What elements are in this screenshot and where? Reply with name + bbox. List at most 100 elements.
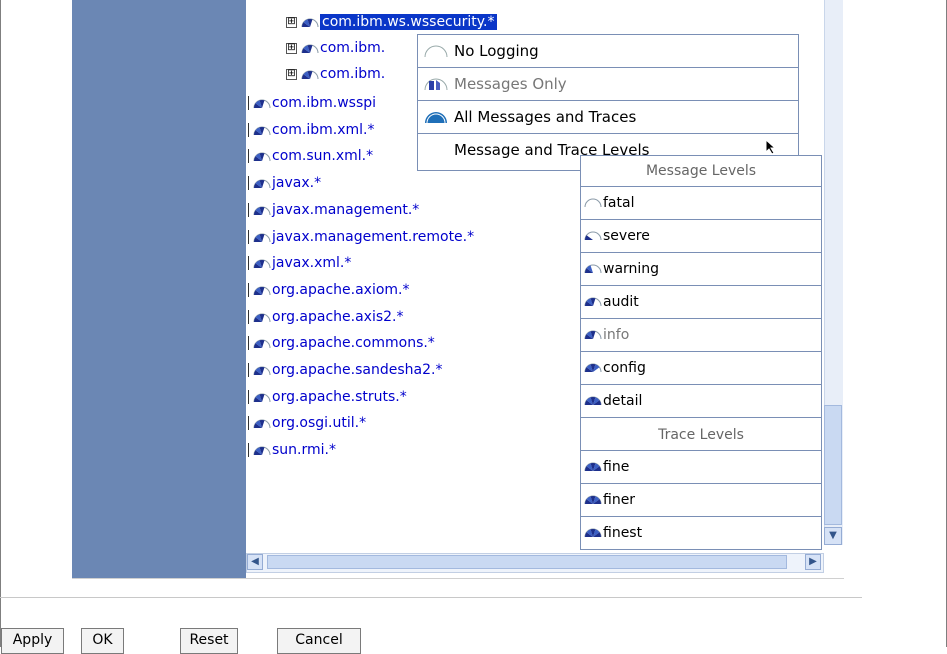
tree-row[interactable]: javax.management.remote.* (248, 225, 474, 249)
tree-row-label: javax.* (272, 175, 322, 191)
scroll-down-button[interactable]: ▼ (824, 527, 842, 545)
tree-connector (248, 443, 249, 457)
log-level-icon (253, 366, 271, 376)
tree-row-label: javax.management.remote.* (272, 229, 475, 245)
tree-connector (248, 310, 249, 324)
tree-row[interactable]: org.osgi.util.* (248, 411, 366, 435)
tree-row[interactable]: ⊞ com.ibm. (286, 62, 385, 86)
log-level-icon (253, 206, 271, 216)
vertical-scrollbar-thumb[interactable] (824, 405, 842, 525)
panel-bottom-border (72, 578, 844, 579)
tree-row[interactable]: com.ibm.wsspi (248, 91, 376, 115)
log-level-icon (301, 18, 319, 28)
severe-level-icon (584, 231, 602, 241)
tree-row-label: com.ibm.wsspi (272, 95, 377, 111)
level-item-label: fine (603, 459, 630, 475)
tree-row-label: sun.rmi.* (272, 442, 336, 458)
tree-row-label: org.apache.struts.* (272, 389, 407, 405)
apply-button[interactable]: Apply (1, 628, 64, 654)
tree-row-label: javax.management.* (272, 202, 420, 218)
tree-row[interactable]: org.apache.commons.* (248, 331, 435, 355)
tree-row[interactable]: javax.management.* (248, 198, 419, 222)
audit-level-icon (584, 297, 602, 307)
menu-item-label: All Messages and Traces (454, 108, 637, 126)
horizontal-scrollbar[interactable]: ◀ ▶ (246, 553, 824, 573)
level-item-config[interactable]: config (581, 352, 821, 385)
level-item-finer[interactable]: finer (581, 484, 821, 517)
config-level-icon (584, 363, 602, 373)
tree-row[interactable]: ⊞ com.ibm.ws.wssecurity.* (286, 10, 497, 34)
scroll-left-button[interactable]: ◀ (247, 554, 263, 570)
log-level-icon (253, 99, 271, 109)
finer-level-icon (584, 495, 602, 505)
menu-item-label: No Logging (454, 42, 539, 60)
tree-connector (248, 390, 249, 404)
tree-row[interactable]: com.sun.xml.* (248, 144, 373, 168)
tree-connector (248, 123, 249, 137)
expand-icon[interactable]: ⊞ (286, 16, 297, 28)
detail-level-icon (584, 396, 602, 406)
frame-left-border (0, 0, 1, 647)
expand-icon[interactable]: ⊞ (286, 68, 297, 80)
tree-row[interactable]: javax.* (248, 171, 321, 195)
tree-connector (248, 283, 249, 297)
tree-row[interactable]: sun.rmi.* (248, 438, 336, 462)
tree-row[interactable]: javax.xml.* (248, 251, 351, 275)
reset-button[interactable]: Reset (180, 628, 238, 654)
level-item-warning[interactable]: warning (581, 253, 821, 286)
tree-connector (248, 363, 249, 377)
separator-line (0, 597, 862, 598)
warning-level-icon (584, 264, 602, 274)
level-item-label: config (603, 360, 646, 376)
ok-button[interactable]: OK (81, 628, 124, 654)
log-level-icon (253, 259, 271, 269)
no-logging-icon (424, 45, 448, 58)
level-item-label: fatal (603, 195, 635, 211)
level-item-label: audit (603, 294, 639, 310)
message-levels-heading: Message Levels (581, 156, 821, 187)
log-level-icon (301, 70, 319, 80)
level-item-fatal[interactable]: fatal (581, 187, 821, 220)
menu-item-no-logging[interactable]: No Logging (418, 35, 798, 68)
horizontal-scrollbar-thumb[interactable] (267, 555, 787, 569)
level-item-label: info (603, 327, 630, 343)
logging-level-menu: No Logging Messages Only All Messages an… (417, 34, 799, 171)
log-level-icon (253, 446, 271, 456)
fine-level-icon (584, 462, 602, 472)
expand-icon[interactable]: ⊞ (286, 42, 297, 54)
level-item-audit[interactable]: audit (581, 286, 821, 319)
levels-submenu: Message Levels fatal severe warning audit in… (580, 155, 822, 550)
tree-row-label: org.apache.commons.* (272, 335, 435, 351)
log-level-icon (253, 419, 271, 429)
menu-item-all-messages-traces[interactable]: All Messages and Traces (418, 101, 798, 134)
log-level-icon (253, 393, 271, 403)
tree-row-label: javax.xml.* (272, 255, 352, 271)
menu-item-messages-only[interactable]: Messages Only (418, 68, 798, 101)
tree-row-label: com.ibm.xml.* (272, 122, 375, 138)
tree-row[interactable]: org.apache.axiom.* (248, 278, 410, 302)
trace-levels-heading: Trace Levels (581, 420, 821, 451)
level-item-label: finer (603, 492, 636, 508)
level-item-label: warning (603, 261, 660, 277)
tree-row[interactable]: com.ibm.xml.* (248, 118, 374, 142)
tree-row[interactable]: org.apache.struts.* (248, 385, 407, 409)
tree-row[interactable]: org.apache.sandesha2.* (248, 358, 442, 382)
tree-connector (248, 256, 249, 270)
level-item-finest[interactable]: finest (581, 517, 821, 550)
level-item-info[interactable]: info (581, 319, 821, 352)
cancel-button[interactable]: Cancel (277, 628, 361, 654)
tree-row-label: com.ibm. (320, 66, 386, 82)
level-item-detail[interactable]: detail (581, 385, 821, 418)
tree-connector (248, 416, 249, 430)
tree-row-label: org.osgi.util.* (272, 415, 367, 431)
tree-connector (248, 96, 249, 110)
tree-connector (248, 203, 249, 217)
log-level-icon (253, 126, 271, 136)
info-level-icon (584, 330, 602, 340)
level-item-fine[interactable]: fine (581, 451, 821, 484)
level-item-severe[interactable]: severe (581, 220, 821, 253)
tree-row[interactable]: ⊞ com.ibm. (286, 36, 385, 60)
all-messages-icon (425, 112, 447, 124)
scroll-right-button[interactable]: ▶ (805, 554, 821, 570)
tree-row[interactable]: org.apache.axis2.* (248, 305, 404, 329)
